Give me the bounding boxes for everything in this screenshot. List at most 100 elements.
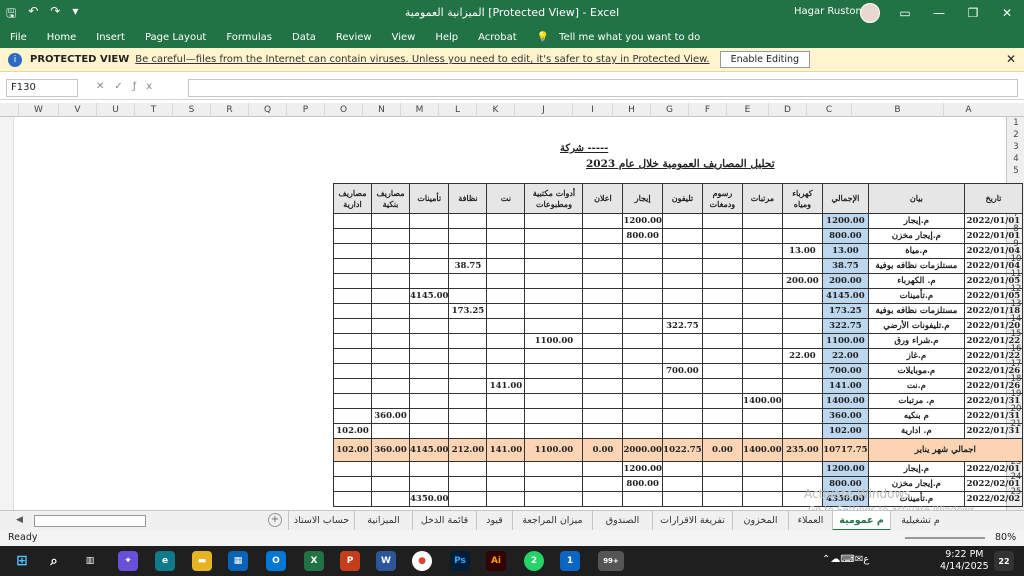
- user-name[interactable]: Hagar Rustom: [794, 6, 865, 17]
- table-cell[interactable]: [741, 213, 783, 229]
- table-cell[interactable]: [448, 213, 488, 229]
- table-cell[interactable]: 22.00: [821, 348, 869, 364]
- table-cell[interactable]: [371, 273, 410, 289]
- table-cell[interactable]: [448, 243, 488, 259]
- horizontal-scrollbar[interactable]: [34, 515, 146, 527]
- row-header[interactable]: 4: [1007, 153, 1024, 165]
- column-header[interactable]: I: [572, 103, 612, 117]
- excel-icon[interactable]: X: [304, 551, 324, 571]
- sheet-tab[interactable]: الميزانية: [354, 511, 412, 531]
- table-cell[interactable]: [333, 476, 372, 492]
- table-cell[interactable]: مستلزمات نظافه بوفية: [867, 258, 965, 274]
- table-cell[interactable]: [448, 408, 488, 424]
- table-cell[interactable]: [661, 423, 703, 439]
- sheet-tab[interactable]: الصندوق: [592, 511, 652, 531]
- table-cell[interactable]: [333, 491, 372, 507]
- column-heading[interactable]: تاريخ: [963, 183, 1023, 214]
- table-cell[interactable]: [582, 333, 624, 349]
- table-cell[interactable]: 38.75: [821, 258, 869, 274]
- table-cell[interactable]: [661, 303, 703, 319]
- table-cell[interactable]: [582, 213, 624, 229]
- table-cell[interactable]: [371, 423, 410, 439]
- tab-home[interactable]: Home: [37, 32, 87, 43]
- summary-cell[interactable]: 102.00: [333, 438, 372, 462]
- table-cell[interactable]: 1200.00: [622, 213, 663, 229]
- table-cell[interactable]: 102.00: [821, 423, 869, 439]
- table-cell[interactable]: 1100.00: [821, 333, 869, 349]
- table-cell[interactable]: م.غاز: [867, 348, 965, 364]
- table-cell[interactable]: [701, 303, 743, 319]
- table-cell[interactable]: [408, 318, 450, 334]
- sheet-tab[interactable]: م تشغيلية: [890, 511, 950, 531]
- table-cell[interactable]: 2022/02/01: [963, 476, 1023, 492]
- search-icon[interactable]: ⌕: [44, 551, 64, 571]
- table-cell[interactable]: [622, 243, 663, 259]
- table-cell[interactable]: [524, 288, 584, 304]
- table-cell[interactable]: [333, 378, 372, 394]
- summary-cell[interactable]: 235.00: [781, 438, 823, 462]
- table-cell[interactable]: 102.00: [333, 423, 372, 439]
- table-cell[interactable]: م.تليفونات الأرضي: [867, 318, 965, 334]
- table-cell[interactable]: [582, 423, 624, 439]
- minimize-icon[interactable]: —: [922, 0, 956, 26]
- table-cell[interactable]: [524, 491, 584, 507]
- table-cell[interactable]: [741, 378, 783, 394]
- table-cell[interactable]: [701, 258, 743, 274]
- column-header[interactable]: D: [768, 103, 806, 117]
- table-cell[interactable]: [661, 333, 703, 349]
- enable-editing-button[interactable]: Enable Editing: [719, 51, 811, 68]
- table-cell[interactable]: 1200.00: [821, 461, 869, 477]
- table-cell[interactable]: [408, 378, 450, 394]
- table-cell[interactable]: [371, 363, 410, 379]
- table-cell[interactable]: 13.00: [781, 243, 823, 259]
- column-header[interactable]: Q: [248, 103, 286, 117]
- table-cell[interactable]: [661, 243, 703, 259]
- chrome-profile-icon[interactable]: 99+: [598, 551, 624, 571]
- table-cell[interactable]: [781, 303, 823, 319]
- table-cell[interactable]: [333, 393, 372, 409]
- table-cell[interactable]: [448, 288, 488, 304]
- table-cell[interactable]: م.شراء ورق: [867, 333, 965, 349]
- table-cell[interactable]: [524, 228, 584, 244]
- close-icon[interactable]: ✕: [1006, 52, 1016, 66]
- table-cell[interactable]: [741, 408, 783, 424]
- add-sheet-button[interactable]: +: [268, 513, 282, 527]
- column-heading[interactable]: كهرباء ومياه: [781, 183, 823, 214]
- illustrator-icon[interactable]: Ai: [486, 551, 506, 571]
- summary-cell[interactable]: 1400.00: [741, 438, 783, 462]
- table-cell[interactable]: 2022/01/26: [963, 378, 1023, 394]
- table-cell[interactable]: [622, 363, 663, 379]
- table-cell[interactable]: [622, 491, 663, 507]
- table-cell[interactable]: [371, 243, 410, 259]
- table-cell[interactable]: [622, 303, 663, 319]
- table-cell[interactable]: 173.25: [821, 303, 869, 319]
- table-cell[interactable]: 141.00: [486, 378, 526, 394]
- column-heading[interactable]: اعلان: [582, 183, 624, 214]
- table-cell[interactable]: 22.00: [781, 348, 823, 364]
- table-cell[interactable]: 2022/01/31: [963, 393, 1023, 409]
- table-cell[interactable]: م.مياة: [867, 243, 965, 259]
- table-cell[interactable]: م.موبايلات: [867, 363, 965, 379]
- table-cell[interactable]: [582, 491, 624, 507]
- table-cell[interactable]: [582, 461, 624, 477]
- close-icon[interactable]: ✕: [990, 0, 1024, 26]
- table-cell[interactable]: [582, 318, 624, 334]
- table-cell[interactable]: مستلزمات نظافه بوفية: [867, 303, 965, 319]
- table-cell[interactable]: [701, 423, 743, 439]
- table-cell[interactable]: [622, 288, 663, 304]
- table-cell[interactable]: [741, 476, 783, 492]
- column-header[interactable]: L: [438, 103, 476, 117]
- summary-cell[interactable]: 1022.75: [661, 438, 703, 462]
- table-cell[interactable]: [781, 318, 823, 334]
- restore-icon[interactable]: ❐: [956, 0, 990, 26]
- summary-cell[interactable]: 10717.75: [821, 438, 869, 462]
- table-cell[interactable]: [408, 393, 450, 409]
- table-cell[interactable]: [661, 258, 703, 274]
- row-header[interactable]: 5: [1007, 165, 1024, 177]
- table-cell[interactable]: [486, 273, 526, 289]
- column-heading[interactable]: نت: [486, 183, 526, 214]
- sheet-title[interactable]: تحليل المصاريف العمومية خلال عام 2023: [586, 158, 775, 170]
- table-cell[interactable]: [661, 491, 703, 507]
- table-cell[interactable]: [661, 476, 703, 492]
- summary-cell[interactable]: 0.00: [701, 438, 743, 462]
